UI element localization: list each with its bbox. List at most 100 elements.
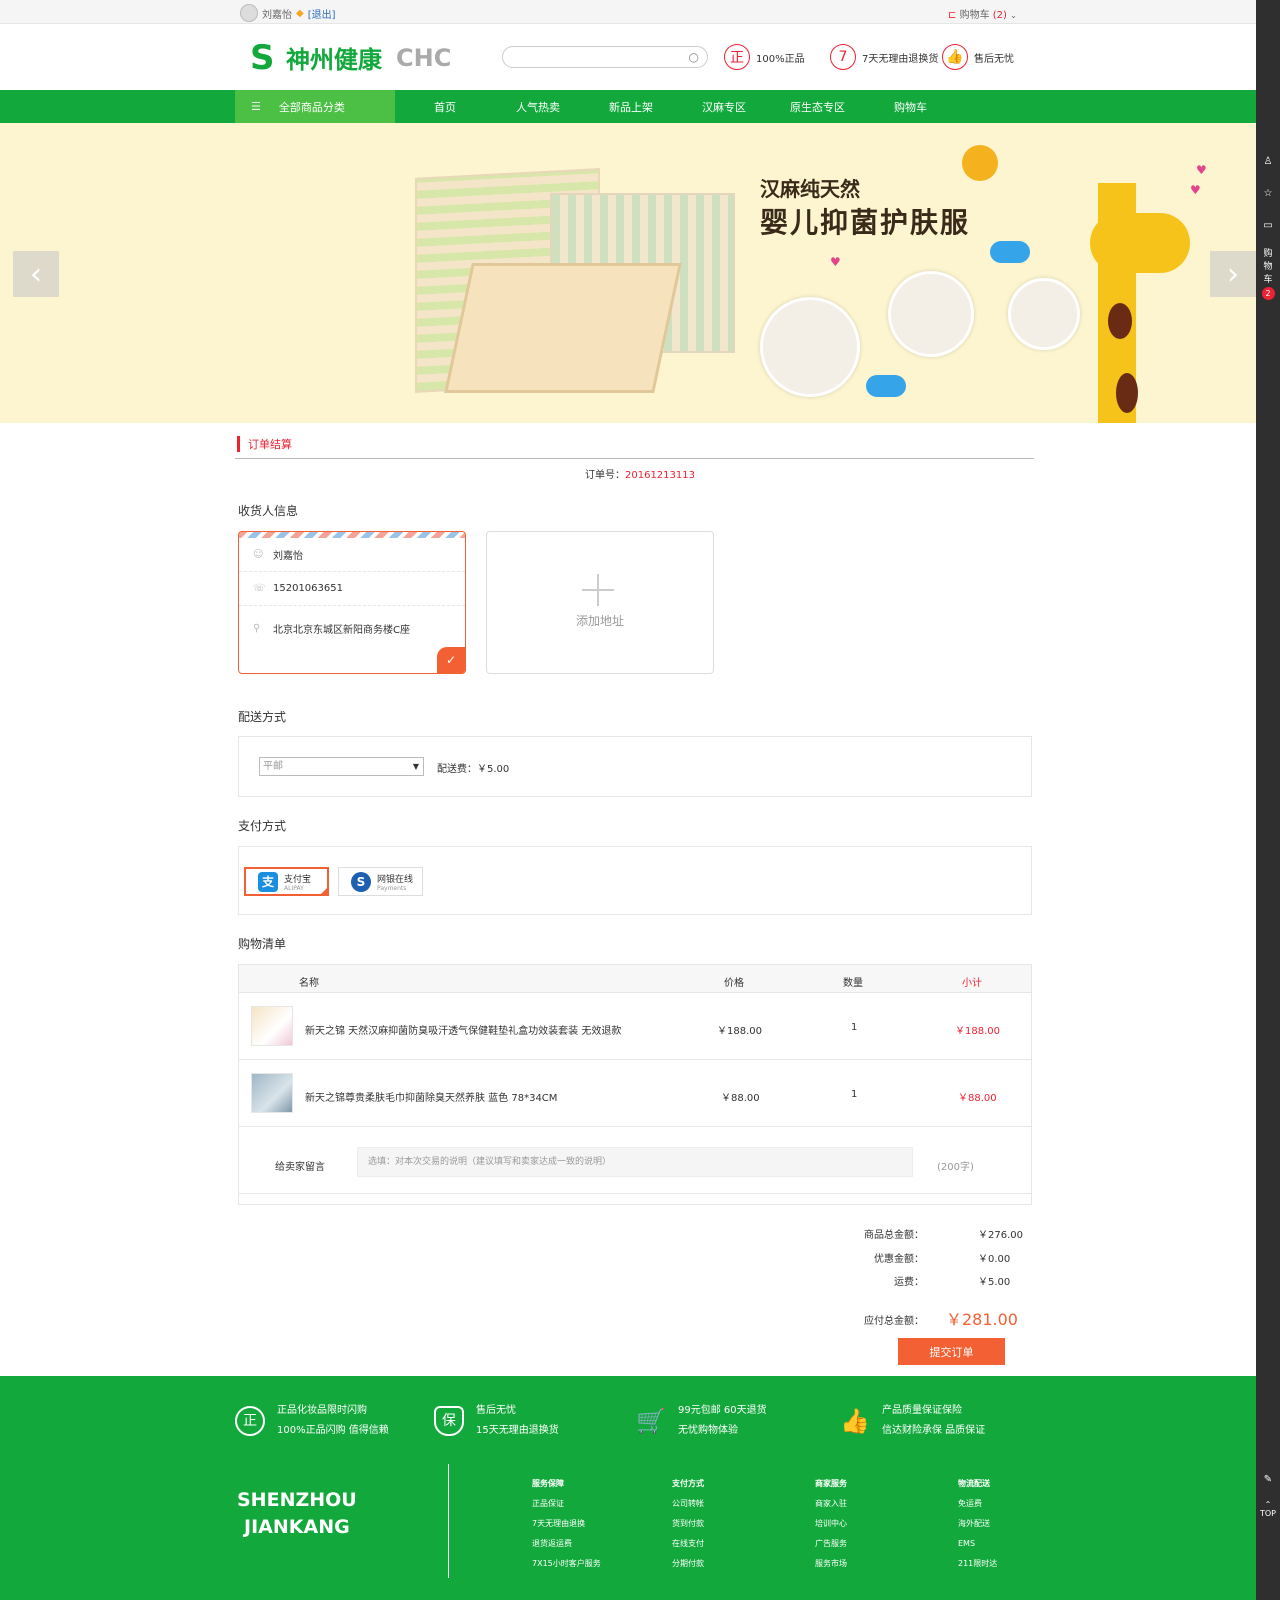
search-icon[interactable]: ○ xyxy=(689,50,699,64)
top-cart-link[interactable]: ⊏ 购物车 (2) ⌄ xyxy=(948,6,1017,21)
footer-link[interactable]: 海外配送 xyxy=(958,1514,997,1534)
right-sidebar: ♙ ☆ ▭ 购物车 2 ✎ ⌃ TOP xyxy=(1256,0,1280,1600)
summary-value: ￥276.00 xyxy=(978,1230,1023,1241)
brand-line1: SHENZHOU xyxy=(237,1489,357,1511)
message-input[interactable]: 选填：对本次交易的说明（建议填写和卖家达成一致的说明） xyxy=(357,1147,913,1177)
summary-goods: 商品总金额： ￥276.00 xyxy=(0,1226,1280,1241)
user-icon[interactable]: ♙ xyxy=(1256,156,1280,167)
footer-link[interactable]: 商家入驻 xyxy=(815,1494,847,1514)
add-address-button[interactable]: 添加地址 xyxy=(486,531,714,674)
footer-column: 商家服务 商家入驻 培训中心 广告服务 服务市场 xyxy=(815,1474,847,1574)
user-info: 刘嘉怡 ◆ [退出] xyxy=(240,4,336,22)
footer-link[interactable]: EMS xyxy=(958,1534,997,1554)
footer-link[interactable]: 退货返运费 xyxy=(532,1534,601,1554)
logo[interactable]: S 神州健康 CHC xyxy=(250,40,451,75)
footer-promise: 保 售后无忧 15天无理由退换货 xyxy=(434,1401,559,1441)
giraffe-spot xyxy=(1116,373,1138,413)
product-thumbnail[interactable] xyxy=(251,1073,293,1113)
promise-label: 7天无理由退换货 xyxy=(862,53,939,65)
footer-col-title: 商家服务 xyxy=(815,1479,847,1488)
nav-item-new[interactable]: 新品上架 xyxy=(609,99,653,115)
product-thumbnail[interactable] xyxy=(251,1006,293,1046)
history-icon[interactable]: ▭ xyxy=(1256,220,1280,231)
edit-icon[interactable]: ✎ xyxy=(1256,1474,1280,1485)
summary-label: 运费： xyxy=(894,1277,924,1288)
logo-en: CHC xyxy=(396,43,452,72)
summary-value: ￥5.00 xyxy=(978,1277,1011,1288)
thumb-up-icon: 👍 xyxy=(840,1407,870,1435)
footer-promise: 🛒 99元包邮 60天退货 无忧购物体验 xyxy=(636,1401,767,1441)
banner-line1: 汉麻纯天然 xyxy=(760,177,860,201)
footer-col-title: 支付方式 xyxy=(672,1479,704,1488)
cart-icon: 🛒 xyxy=(636,1407,666,1435)
footer-link[interactable]: 货到付款 xyxy=(672,1514,704,1534)
product-qty: 1 xyxy=(851,1089,858,1100)
heart-icon: ♥ xyxy=(1190,183,1201,197)
footer-link[interactable]: 分期付款 xyxy=(672,1554,704,1574)
pay-sub: Payments xyxy=(377,884,407,892)
check-icon: ✓ xyxy=(437,647,465,673)
shield-icon: 保 xyxy=(434,1406,464,1436)
col-qty: 数量 xyxy=(843,978,863,989)
pay-alipay-button[interactable]: 支 支付宝 ALIPAY xyxy=(244,867,329,896)
promo-banner[interactable]: 汉麻纯天然 婴儿抑菌护肤服 ♥ ♥ ♥ ‹ › xyxy=(0,123,1256,423)
banner-next-button[interactable]: › xyxy=(1210,251,1256,297)
total-value: ￥281.00 xyxy=(946,1310,1018,1329)
shipping-method: 平邮 xyxy=(263,761,283,772)
product-name[interactable]: 新天之锦 天然汉麻抑菌防臭吸汗透气保健鞋垫礼盒功效装套装 无效退款 xyxy=(305,1022,621,1037)
pay-bank-button[interactable]: S 网银在线 Payments xyxy=(338,867,423,896)
sidebar-cart[interactable]: 购物车 2 xyxy=(1256,248,1280,301)
payment-title: 支付方式 xyxy=(238,819,287,833)
footer-promise: 👍 产品质量保证保险 信达财险承保 品质保证 xyxy=(840,1401,985,1441)
submit-order-button[interactable]: 提交订单 xyxy=(898,1338,1005,1365)
banner-prev-button[interactable]: ‹ xyxy=(13,251,59,297)
all-categories-label: 全部商品分类 xyxy=(278,100,345,114)
footer-link[interactable]: 7X15小时客户服务 xyxy=(532,1554,601,1574)
address-phone: 15201063651 xyxy=(273,583,343,594)
footer-column: 服务保障 正品保证 7天无理由退换 退货返运费 7X15小时客户服务 xyxy=(532,1474,601,1574)
plus-icon xyxy=(582,574,614,606)
address-card[interactable]: ☺ 刘嘉怡 ☏ 15201063651 ⚲ 北京北京东城区新阳商务楼C座 ✓ xyxy=(238,531,466,674)
footer: 正 正品化妆品限时闪购 100%正品闪购 值得信赖 保 售后无忧 15天无理由退换货… xyxy=(0,1376,1256,1600)
payment-panel: 支 支付宝 ALIPAY S 网银在线 Payments xyxy=(238,846,1032,915)
dropdown-arrow-icon: ▼ xyxy=(412,762,419,771)
all-categories[interactable]: ☰ 全部商品分类 xyxy=(235,90,395,123)
back-to-top[interactable]: ⌃ TOP xyxy=(1256,1500,1280,1518)
footer-link[interactable]: 211限时达 xyxy=(958,1554,997,1574)
footer-promise-line1: 正品化妆品限时闪购 xyxy=(277,1405,367,1416)
footer-link[interactable]: 服务市场 xyxy=(815,1554,847,1574)
product-price: ￥188.00 xyxy=(717,1026,762,1037)
footer-link[interactable]: 正品保证 xyxy=(532,1494,601,1514)
table-header: 名称 价格 数量 小计 xyxy=(239,965,1031,993)
summary-total: 应付总金额： ￥281.00 xyxy=(0,1306,1280,1330)
selected-corner-icon xyxy=(320,887,328,895)
nav-item-cart[interactable]: 购物车 xyxy=(894,99,927,115)
nav-item-eco[interactable]: 原生态专区 xyxy=(790,99,845,115)
message-limit: (200字) xyxy=(937,1162,974,1173)
nav-item-hot[interactable]: 人气热卖 xyxy=(516,99,560,115)
footer-link[interactable]: 公司转帐 xyxy=(672,1494,704,1514)
logout-link[interactable]: [退出] xyxy=(308,6,336,21)
shipping-select[interactable]: 平邮 ▼ xyxy=(259,757,424,776)
footer-link[interactable]: 在线支付 xyxy=(672,1534,704,1554)
footer-link[interactable]: 免运费 xyxy=(958,1494,997,1514)
star-icon[interactable]: ☆ xyxy=(1256,188,1280,199)
footer-link[interactable]: 广告服务 xyxy=(815,1534,847,1554)
footer-link[interactable]: 培训中心 xyxy=(815,1514,847,1534)
sidebar-cart-label: 购物车 xyxy=(1263,249,1273,285)
cloud-icon xyxy=(866,375,906,397)
address-phone-row: ☏ 15201063651 xyxy=(239,572,465,606)
col-subtotal: 小计 xyxy=(962,978,982,989)
footer-col-title: 物流配送 xyxy=(958,1479,990,1488)
nav-item-hemp[interactable]: 汉麻专区 xyxy=(702,99,746,115)
product-name[interactable]: 新天之锦尊贵柔肤毛巾抑菌除臭天然养肤 蓝色 78*34CM xyxy=(305,1089,557,1104)
col-name: 名称 xyxy=(299,978,319,989)
order-number-value: 20161213113 xyxy=(625,470,695,481)
summary-value: ￥0.00 xyxy=(978,1254,1011,1265)
search-input[interactable] xyxy=(513,47,683,67)
seven-day-icon: 7 xyxy=(830,44,856,70)
summary-label: 优惠金额： xyxy=(874,1254,924,1265)
footer-link[interactable]: 7天无理由退换 xyxy=(532,1514,601,1534)
order-number-label: 订单号： xyxy=(585,470,625,481)
nav-item-home[interactable]: 首页 xyxy=(434,99,456,115)
